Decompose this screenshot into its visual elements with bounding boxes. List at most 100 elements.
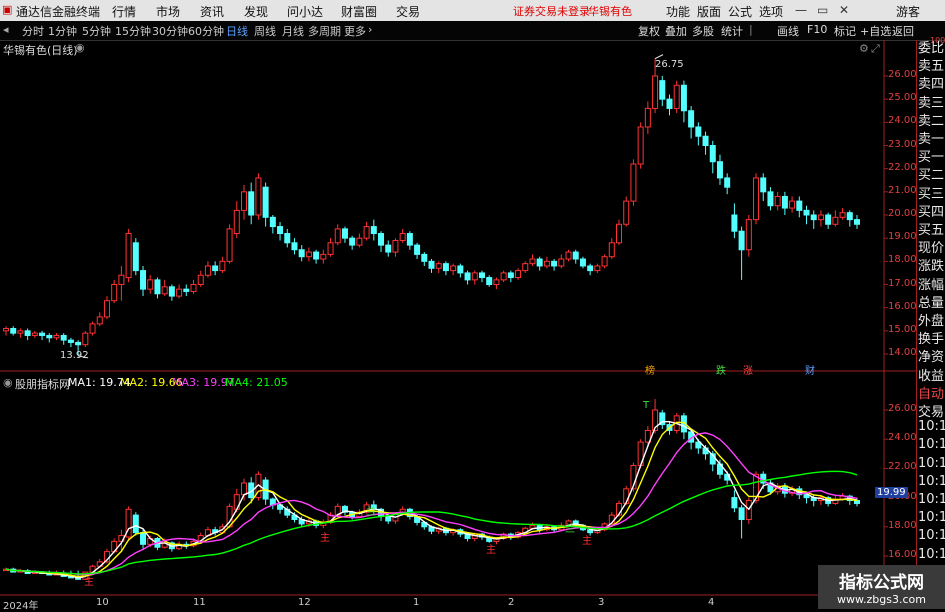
candle-body <box>666 98 673 109</box>
candle-body <box>233 209 240 235</box>
candle-body <box>745 219 752 251</box>
candle-body <box>248 191 255 216</box>
candle-body <box>327 242 334 255</box>
candle-body <box>305 251 312 258</box>
indicator-name[interactable]: 股朋指标网 <box>15 376 70 392</box>
candle-body <box>269 216 276 228</box>
candle-body <box>140 270 147 290</box>
price-axis-tick: 14.00 <box>888 347 917 358</box>
candle-body <box>82 332 89 346</box>
event-label-finance[interactable]: 财 <box>805 362 815 377</box>
candle-body <box>442 263 449 272</box>
candle-body <box>594 265 601 272</box>
price-axis-tick: 24.00 <box>888 115 917 127</box>
candle-body <box>587 265 594 272</box>
candle-body <box>652 75 659 109</box>
candle-body <box>226 228 233 262</box>
x-label-mar: 3 <box>598 597 605 608</box>
candle-body <box>616 223 623 244</box>
candle-body <box>529 258 536 265</box>
mark-main-1: 主 <box>84 577 94 588</box>
candle-body <box>349 237 356 246</box>
candle-body <box>406 233 413 246</box>
candle-body <box>572 251 579 260</box>
candle-body <box>493 279 500 286</box>
candle-body <box>363 226 370 239</box>
indicator-axis-tick: 16.00 <box>888 549 917 560</box>
candle-body <box>760 177 767 193</box>
candle-body <box>132 242 139 272</box>
candle-body <box>197 274 204 286</box>
indicator-candle-body <box>240 482 247 496</box>
candle-body <box>125 233 132 279</box>
event-label-drop[interactable]: 跌 <box>716 362 726 377</box>
watermark-url: www.zbgs3.com <box>837 593 926 606</box>
candle-body <box>637 126 644 165</box>
candle-body <box>147 279 154 290</box>
candle-body <box>298 249 305 258</box>
candle-body <box>565 251 572 260</box>
candle-body <box>31 332 38 336</box>
x-label-2024: 2024年 <box>3 601 39 612</box>
price-axis-tick: 15.00 <box>888 323 917 335</box>
indicator-candle-body <box>738 507 745 521</box>
event-label-list[interactable]: 榜 <box>645 362 655 377</box>
price-axis-tick: 19.00 <box>888 231 917 243</box>
candle-body <box>53 334 60 339</box>
candle-body <box>536 258 543 267</box>
candle-body <box>507 272 514 279</box>
price-axis-tick: 20.00 <box>888 208 917 219</box>
candle-body <box>284 233 291 244</box>
chart-title: 华锡有色(日线) <box>3 44 78 57</box>
candle-body <box>435 263 442 269</box>
candle-body <box>522 263 529 272</box>
candle-body <box>111 284 118 302</box>
kline-chart[interactable] <box>0 0 945 609</box>
chart-maximize-icon[interactable]: ⤢ <box>871 42 880 56</box>
candle-body <box>478 272 485 279</box>
candle-body <box>738 230 745 251</box>
mark-main-2: 主 <box>320 533 330 544</box>
indicator-axis-tick: 26.00 <box>888 403 917 414</box>
event-label-rise[interactable]: 涨 <box>743 362 753 377</box>
candle-body <box>659 80 666 100</box>
candle-body <box>644 107 651 128</box>
x-label-feb: 2 <box>508 597 515 608</box>
candle-body <box>796 200 803 211</box>
candle-body <box>688 110 695 128</box>
candle-body <box>724 177 731 188</box>
candle-body <box>731 214 738 232</box>
chart-title-dropdown-icon[interactable]: ◉ <box>75 41 85 54</box>
candle-body <box>753 177 760 221</box>
candle-body <box>767 191 774 207</box>
price-axis-tick: 23.00 <box>888 138 917 150</box>
candle-body <box>421 253 428 262</box>
chart-settings-icon[interactable]: ⚙ <box>859 42 869 55</box>
candle-body <box>10 328 17 334</box>
candle-body <box>846 212 853 221</box>
mark-main-4: 主 <box>582 536 592 547</box>
price-axis-tick: 26.00 <box>888 69 917 80</box>
candle-body <box>601 256 608 267</box>
candle-body <box>378 233 385 246</box>
candle-body <box>75 341 82 346</box>
indicator-candle-body <box>132 514 139 534</box>
indicator-axis-tick: 22.00 <box>888 461 917 473</box>
candle-body <box>334 228 341 244</box>
candle-body <box>204 265 211 276</box>
indicator-candle-body <box>140 532 147 545</box>
candle-body <box>89 323 96 334</box>
candle-body <box>262 186 269 218</box>
mark-lan-2: 兰 <box>565 524 575 535</box>
candle-body <box>255 177 262 216</box>
candle-body <box>161 286 168 295</box>
indicator-dropdown-icon[interactable]: ◉ <box>3 376 13 389</box>
candle-body <box>96 316 103 325</box>
candle-body <box>832 216 839 225</box>
mark-t: T <box>643 400 650 411</box>
candle-body <box>313 251 320 260</box>
candle-body <box>500 272 507 281</box>
candle-body <box>219 260 226 272</box>
candle-body <box>623 200 630 225</box>
candle-body <box>277 226 284 235</box>
